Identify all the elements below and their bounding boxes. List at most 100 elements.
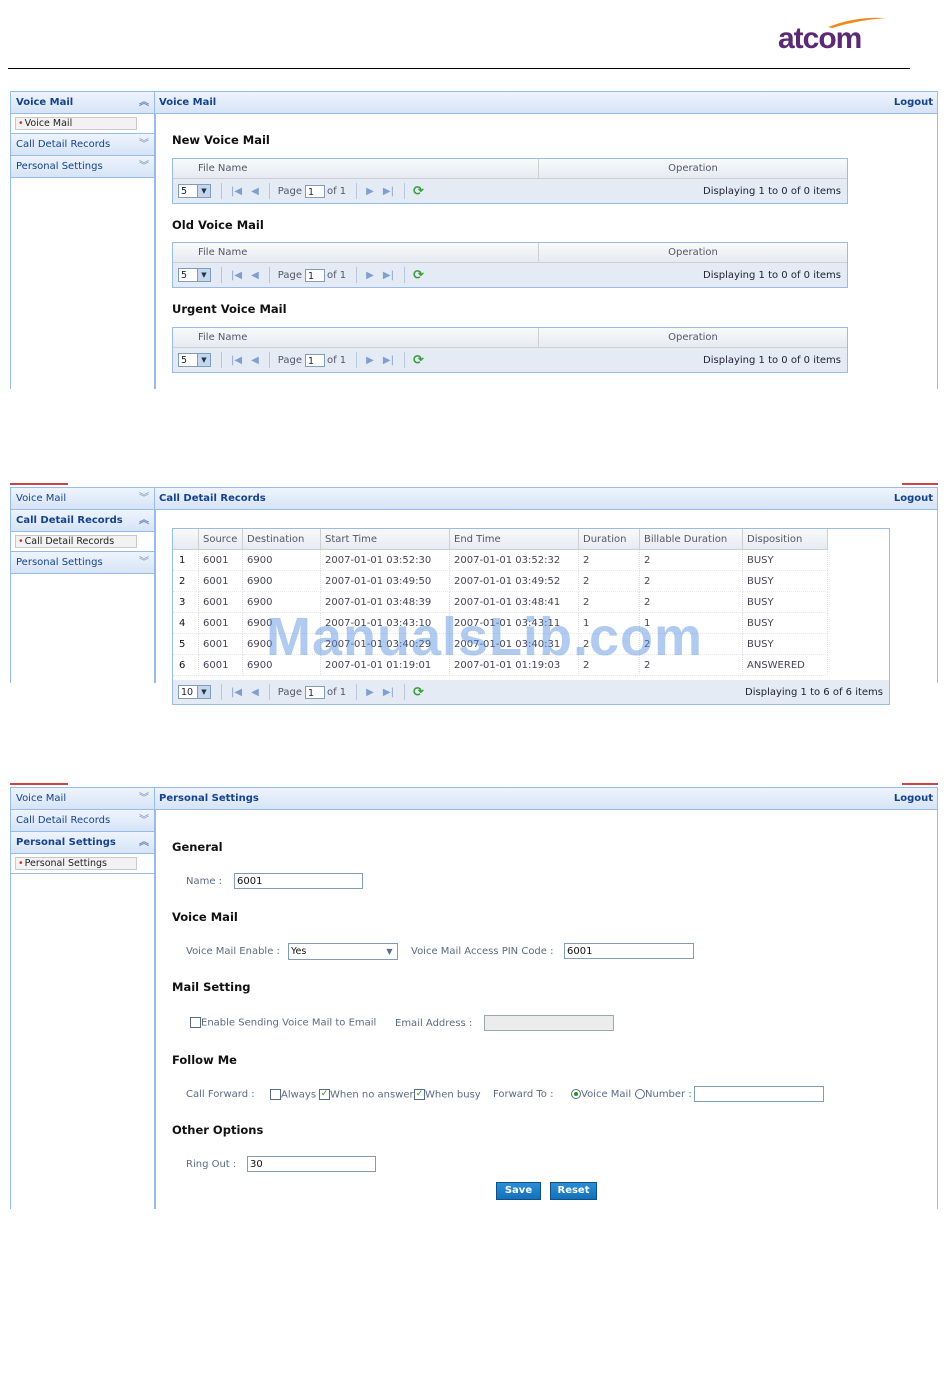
ring-out-input[interactable]: 30 [247,1156,376,1172]
column-header-disposition[interactable]: Disposition [742,529,828,550]
no-answer-label: When no answer [330,1089,414,1101]
chevron-down-icon[interactable]: ︾ [139,134,149,155]
chevron-down-icon[interactable]: ︾ [139,810,149,831]
main-content: Voice Mail Logout New Voice Mail File Na… [154,91,938,389]
first-page-icon[interactable]: |◀ [231,687,242,698]
prev-page-icon[interactable]: ◀ [251,355,259,366]
column-header-operation[interactable]: Operation [539,243,847,262]
forward-voice-mail-option[interactable]: Voice Mail [571,1089,631,1100]
chevron-up-icon[interactable]: ︽ [139,92,149,113]
first-page-icon[interactable]: |◀ [231,355,242,366]
column-header-destination[interactable]: Destination [242,529,321,550]
refresh-icon[interactable]: ⟳ [413,268,424,283]
refresh-icon[interactable]: ⟳ [413,685,424,700]
toolbar-separator [403,684,405,700]
new-voice-mail-grid: File Name Operation 5 ▼ |◀ ◀ Page 1 of 1 … [172,158,848,204]
always-checkbox[interactable] [270,1089,281,1100]
next-page-icon[interactable]: ▶ [366,270,374,281]
cell-source: 6001 [198,570,243,592]
prev-page-icon[interactable]: ◀ [251,270,259,281]
sidebar-item-cdr[interactable]: Call Detail Records ︾ [11,810,155,832]
sidebar-subitem-personal-settings[interactable]: •Personal Settings [15,857,137,870]
enable-email-option[interactable]: Enable Sending Voice Mail to Email [190,1017,376,1029]
page-total: of 1 [326,354,347,366]
sidebar-item-personal-settings[interactable]: Personal Settings ︾ [11,156,155,178]
page-size-select[interactable]: 10 ▼ [178,685,211,699]
column-header-file-name[interactable]: File Name [173,159,539,178]
page-number-input[interactable]: 1 [304,685,325,699]
chevron-down-icon[interactable]: ︾ [139,788,149,809]
sidebar-subitem-voice-mail[interactable]: •Voice Mail [15,117,137,130]
sidebar-item-cdr[interactable]: Call Detail Records ︾ [11,134,155,156]
first-page-icon[interactable]: |◀ [231,270,242,281]
page-size-select[interactable]: 5 ▼ [178,353,211,367]
number-radio[interactable] [635,1089,645,1099]
forward-no-answer-option[interactable]: ✓ When no answer [319,1089,414,1101]
prev-page-icon[interactable]: ◀ [251,687,259,698]
chevron-up-icon[interactable]: ︽ [139,510,149,531]
busy-checkbox[interactable]: ✓ [414,1089,425,1100]
page-number-input[interactable]: 1 [304,353,325,367]
column-header-file-name[interactable]: File Name [173,243,539,262]
first-page-icon[interactable]: |◀ [231,186,242,197]
no-answer-checkbox[interactable]: ✓ [319,1089,330,1100]
cell-source: 6001 [198,549,243,571]
sidebar-item-label: Personal Settings [16,837,116,848]
table-row[interactable]: 2 6001 6900 2007-01-01 03:49:50 2007-01-… [173,570,828,592]
column-header-start-time[interactable]: Start Time [320,529,450,550]
refresh-icon[interactable]: ⟳ [413,184,424,199]
prev-page-icon[interactable]: ◀ [251,186,259,197]
sidebar-item-voice-mail[interactable]: Voice Mail ︾ [11,487,155,510]
forward-always-option[interactable]: Always [270,1089,316,1101]
next-page-icon[interactable]: ▶ [366,355,374,366]
column-header-end-time[interactable]: End Time [449,529,579,550]
chevron-up-icon[interactable]: ︽ [139,832,149,853]
voice-mail-enable-select[interactable]: Yes ▼ [288,943,398,960]
refresh-icon[interactable]: ⟳ [413,353,424,368]
chevron-down-icon[interactable]: ︾ [139,488,149,509]
page-size-select[interactable]: 5 ▼ [178,184,211,198]
grid-header: File Name Operation [173,159,847,179]
chevron-down-icon[interactable]: ︾ [139,156,149,177]
cell-start-time: 2007-01-01 03:52:30 [320,549,450,571]
last-page-icon[interactable]: ▶| [383,687,394,698]
logout-link[interactable]: Logout [894,788,933,809]
voice-mail-radio[interactable] [571,1089,581,1099]
voice-mail-pin-input[interactable]: 6001 [564,943,694,959]
enable-email-checkbox[interactable] [190,1017,201,1028]
forward-number-input[interactable] [694,1086,824,1102]
sidebar-item-personal-settings[interactable]: Personal Settings ︾ [11,552,155,574]
page-size-select[interactable]: 5 ▼ [178,268,211,282]
page-number-input[interactable]: 1 [304,184,325,198]
column-header-operation[interactable]: Operation [539,328,847,347]
sidebar-item-voice-mail[interactable]: Voice Mail ︾ [11,787,155,810]
column-header-source[interactable]: Source [198,529,243,550]
last-page-icon[interactable]: ▶| [383,355,394,366]
sidebar-subitem-cdr[interactable]: •Call Detail Records [15,535,137,548]
email-address-input[interactable] [484,1015,614,1031]
save-button[interactable]: Save [496,1182,541,1200]
sidebar-item-personal-settings[interactable]: Personal Settings ︽ [11,832,155,854]
name-input[interactable]: 6001 [234,873,363,889]
column-header-operation[interactable]: Operation [539,159,847,178]
chevron-down-icon[interactable]: ︾ [139,552,149,573]
logout-link[interactable]: Logout [894,92,933,113]
logout-link[interactable]: Logout [894,488,933,509]
cell-disposition: ANSWERED [742,654,828,676]
tab-accent [10,483,68,485]
sidebar-item-cdr[interactable]: Call Detail Records ︽ [11,510,155,532]
page-number-input[interactable]: 1 [304,268,325,282]
last-page-icon[interactable]: ▶| [383,186,394,197]
forward-number-option[interactable]: Number : [635,1089,692,1100]
column-header-billable-duration[interactable]: Billable Duration [639,529,743,550]
last-page-icon[interactable]: ▶| [383,270,394,281]
forward-busy-option[interactable]: ✓ When busy [414,1089,481,1101]
next-page-icon[interactable]: ▶ [366,687,374,698]
column-header-duration[interactable]: Duration [578,529,640,550]
table-row[interactable]: 1 6001 6900 2007-01-01 03:52:30 2007-01-… [173,549,828,571]
sidebar-item-voice-mail[interactable]: Voice Mail ︽ [11,91,155,114]
column-header-file-name[interactable]: File Name [173,328,539,347]
voice-mail-radio-label: Voice Mail [581,1089,632,1100]
next-page-icon[interactable]: ▶ [366,186,374,197]
reset-button[interactable]: Reset [550,1182,597,1200]
